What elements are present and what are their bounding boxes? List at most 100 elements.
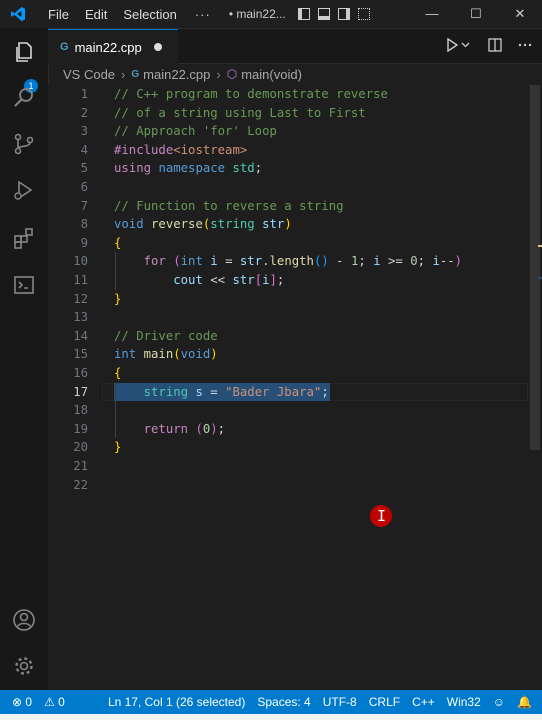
code-line[interactable]: 20} [48, 438, 528, 457]
code-token: >= [380, 254, 411, 269]
chevron-right-icon: › [121, 66, 126, 82]
code-token: #include [114, 142, 174, 157]
breadcrumb-symbol[interactable]: main(void) [241, 67, 302, 82]
encoding[interactable]: UTF-8 [317, 695, 363, 709]
indentation[interactable]: Spaces: 4 [251, 695, 316, 709]
code-token: s [195, 384, 203, 399]
breadcrumb-file[interactable]: main22.cpp [143, 67, 210, 82]
code-token: int [114, 347, 137, 362]
run-button-icon[interactable] [446, 38, 472, 52]
cpp-file-icon: G [131, 68, 140, 80]
code-token: - [328, 254, 351, 269]
window-controls: — ☐ ✕ [410, 0, 542, 28]
code-token: { [114, 235, 122, 250]
manage-gear-icon[interactable] [12, 654, 36, 678]
code-token: using [114, 161, 152, 176]
line-number: 15 [73, 347, 88, 362]
run-debug-icon[interactable] [12, 178, 36, 202]
code-token: string [210, 217, 255, 232]
code-text: // C++ program to demonstrate reverse [114, 85, 388, 104]
menu-file[interactable]: File [40, 7, 77, 22]
code-line[interactable]: 7 // Function to reverse a string [48, 197, 528, 216]
code-line[interactable]: 21 [48, 457, 528, 476]
warnings-count[interactable]: ⚠ 0 [38, 695, 71, 709]
toggle-panel-icon[interactable] [317, 8, 330, 20]
code-token: i [262, 273, 270, 287]
code-token: "Bader Jbara" [225, 384, 322, 399]
notifications-bell-icon[interactable]: 🔔 [511, 695, 542, 709]
code-line[interactable]: 6 [48, 178, 528, 197]
code-line[interactable]: 19 return (0); [48, 420, 528, 439]
platform-config[interactable]: Win32 [441, 695, 487, 709]
code-line[interactable]: 18 [48, 401, 528, 420]
errors-count[interactable]: ⊗ 0 [0, 695, 38, 709]
code-text: int main(void) [114, 345, 218, 364]
line-number: 6 [80, 180, 88, 194]
customize-layout-icon[interactable] [357, 8, 370, 20]
code-token: str [262, 217, 285, 232]
line-number: 16 [73, 366, 88, 380]
code-token: } [114, 440, 122, 455]
accounts-icon[interactable] [12, 608, 36, 632]
line-number: 12 [73, 291, 88, 306]
code-line[interactable]: 2 // of a string using Last to First [48, 104, 528, 123]
code-line[interactable]: 11 cout << str[i]; [48, 271, 528, 290]
breadcrumb-root[interactable]: VS Code [63, 67, 115, 82]
menu-selection[interactable]: Selection [115, 7, 184, 22]
remote-explorer-icon[interactable] [12, 273, 36, 297]
search-icon[interactable] [12, 86, 36, 110]
tab-main22-cpp[interactable]: G main22.cpp [48, 29, 178, 64]
split-editor-icon[interactable] [488, 38, 502, 52]
menu-more-button[interactable]: ··· [185, 7, 221, 22]
toggle-secondary-sidebar-icon[interactable] [337, 8, 350, 20]
code-token: ; [276, 273, 285, 287]
more-actions-icon[interactable] [518, 38, 532, 52]
code-line[interactable]: 4 #include<iostream> [48, 141, 528, 160]
code-token: length [269, 254, 314, 269]
language-mode[interactable]: C++ [406, 695, 441, 709]
minimize-button[interactable]: — [410, 0, 454, 28]
code-line[interactable]: 17 string s = "Bader Jbara"; [48, 383, 528, 402]
code-line[interactable]: 22 [48, 476, 528, 495]
code-line[interactable]: 14 // Driver code [48, 327, 528, 346]
code-line[interactable]: 15 int main(void) [48, 345, 528, 364]
code-token: ) [210, 421, 218, 436]
code-line[interactable]: 9{ [48, 234, 528, 253]
code-text: { [114, 234, 121, 253]
code-token: <iostream> [173, 142, 248, 157]
menu-edit[interactable]: Edit [77, 7, 115, 22]
unsaved-dot-icon[interactable] [153, 43, 162, 51]
code-line[interactable]: 5 using namespace std; [48, 159, 528, 178]
code-token: // C++ program to demonstrate reverse [114, 87, 388, 101]
code-text: return (0); [114, 420, 225, 439]
code-line[interactable]: 13 [48, 308, 528, 327]
editor-scrollbar[interactable] [528, 85, 542, 690]
close-window-button[interactable]: ✕ [498, 0, 542, 28]
window-title[interactable]: • main22... [229, 7, 286, 21]
code-line[interactable]: 10 for (int i = str.length() - 1; i >= 0… [48, 252, 528, 271]
code-line[interactable]: 3 // Approach 'for' Loop [48, 122, 528, 141]
end-of-line[interactable]: CRLF [363, 695, 406, 709]
code-token: ) [284, 217, 292, 232]
code-text: string s = "Bader Jbara"; [114, 383, 329, 402]
vscode-logo-icon [11, 7, 25, 21]
extensions-icon[interactable] [12, 226, 36, 250]
code-token: string [143, 384, 189, 399]
code-line[interactable]: 12} [48, 290, 528, 309]
toggle-primary-sidebar-icon[interactable] [297, 8, 310, 20]
code-editor[interactable]: 1 // C++ program to demonstrate reverse 2 /… [48, 85, 542, 690]
cursor-position[interactable]: Ln 17, Col 1 (26 selected) [102, 695, 251, 709]
explorer-icon[interactable] [12, 40, 36, 64]
code-token: () [313, 254, 329, 269]
modified-marker [538, 245, 542, 247]
maximize-button[interactable]: ☐ [454, 0, 498, 28]
feedback-icon[interactable]: ☺ [487, 695, 511, 709]
code-line[interactable]: 16 { [48, 364, 528, 383]
code-line[interactable]: 1 // C++ program to demonstrate reverse [48, 85, 528, 104]
source-control-icon[interactable] [12, 132, 36, 156]
scrollbar-thumb[interactable] [530, 85, 540, 450]
code-line[interactable]: 8 void reverse(string str) [48, 215, 528, 234]
code-text: cout << str[i]; [114, 271, 284, 290]
